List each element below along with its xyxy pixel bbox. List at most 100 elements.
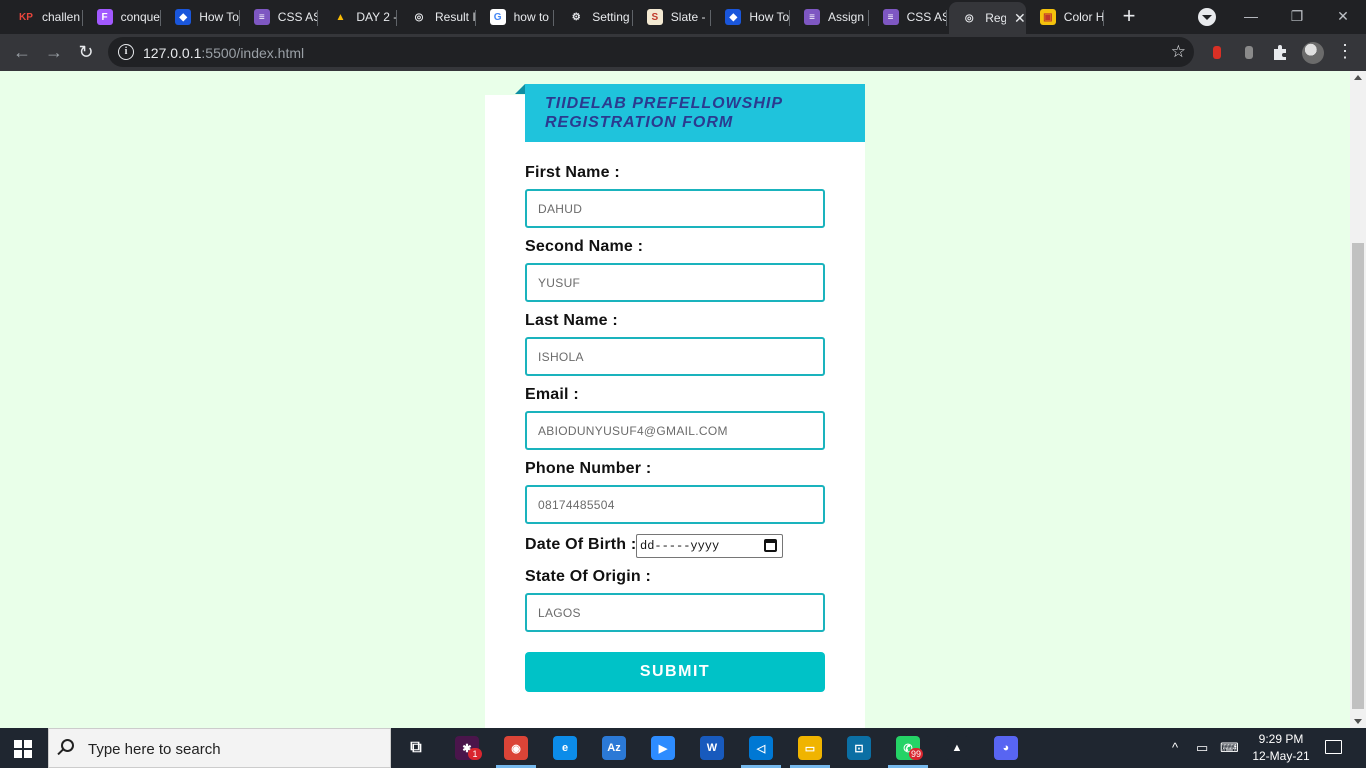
- tab-separator: [553, 10, 555, 26]
- minimize-button[interactable]: —: [1228, 4, 1274, 28]
- list-icon: ≡: [253, 9, 270, 25]
- phone-number-label: Phone Number :: [525, 460, 652, 477]
- url-text[interactable]: 127.0.0.1:5500/index.html: [143, 45, 304, 61]
- chrome-icon[interactable]: ◉: [504, 736, 528, 760]
- close-window-button[interactable]: ✕: [1320, 4, 1366, 28]
- bookmark-star-icon[interactable]: ☆: [1171, 42, 1186, 62]
- email-input[interactable]: [525, 411, 825, 450]
- back-arrow-icon[interactable]: ←: [10, 40, 34, 64]
- reload-icon[interactable]: ↻: [74, 40, 98, 64]
- form-title: TIIDELAB PREFELLOWSHIP REGISTRATION FORM: [545, 94, 845, 132]
- tab-separator: [946, 10, 948, 26]
- tab-separator: [631, 10, 633, 26]
- tab-title: How To: [749, 10, 790, 24]
- notification-badge: 1: [468, 748, 482, 760]
- tab-separator: [317, 10, 319, 26]
- new-tab-button[interactable]: +: [1118, 5, 1140, 28]
- scroll-up-arrow-icon[interactable]: [1354, 75, 1362, 80]
- clock-date: 12-May-21: [1252, 749, 1310, 763]
- clock-time: 9:29 PM: [1258, 732, 1304, 746]
- forward-arrow-icon[interactable]: →: [42, 40, 66, 64]
- scroll-down-arrow-icon[interactable]: [1354, 719, 1362, 724]
- browser-tab-strip: + — ❐ ✕ KP challen Fconque ◆ How To ≡ CSS AS ▲ D…: [0, 0, 1366, 34]
- globe-icon: ◎: [411, 9, 427, 25]
- discord-icon[interactable]: ◕: [994, 736, 1018, 760]
- state-of-origin-input[interactable]: [525, 593, 825, 632]
- browser-tab[interactable]: ≡ CSS AS: [242, 4, 319, 30]
- tab-separator: [238, 10, 240, 26]
- email-label: Email :: [525, 386, 579, 403]
- zoom-icon[interactable]: ▶: [651, 736, 675, 760]
- tab-search-icon[interactable]: [1198, 8, 1216, 26]
- browser-tab[interactable]: ◎ Result I: [399, 4, 476, 30]
- remote-desktop-icon[interactable]: ⊡: [847, 736, 871, 760]
- battery-icon[interactable]: ▭: [1196, 740, 1208, 756]
- address-bar[interactable]: i 127.0.0.1:5500/index.html ☆: [108, 37, 1194, 67]
- gear-icon: ⚙: [568, 9, 585, 25]
- notification-center-icon[interactable]: [1325, 740, 1342, 754]
- first-name-label: First Name :: [525, 164, 620, 181]
- calendar-icon[interactable]: [764, 539, 777, 552]
- list-icon: ≡: [804, 9, 820, 25]
- tab-title: challen: [42, 10, 81, 24]
- browser-tab[interactable]: Fconque: [85, 4, 162, 30]
- scrollbar-thumb[interactable]: [1352, 243, 1364, 709]
- taskbar-clock[interactable]: 9:29 PM 12-May-21: [1246, 731, 1316, 765]
- browser-tab[interactable]: ◆ How To: [713, 4, 790, 30]
- browser-tab[interactable]: ▣ Color H: [1028, 4, 1105, 30]
- tab-title: Setting: [592, 10, 630, 24]
- search-icon: [61, 739, 74, 752]
- vscode-icon[interactable]: ◁: [749, 736, 773, 760]
- task-view-icon[interactable]: ⧉: [404, 736, 428, 760]
- file-explorer-icon[interactable]: ▭: [798, 736, 822, 760]
- close-tab-icon[interactable]: ✕: [1014, 10, 1026, 27]
- word-icon[interactable]: W: [700, 736, 724, 760]
- tab-title: CSS AS: [906, 10, 947, 24]
- tab-title: conque: [120, 10, 160, 24]
- date-of-birth-label: Date Of Birth :: [525, 536, 637, 553]
- browser-tab[interactable]: ≡ Assign: [792, 4, 869, 30]
- date-placeholder: dd-----yyyy: [640, 539, 720, 553]
- profile-avatar[interactable]: [1302, 42, 1324, 64]
- windows-start-icon[interactable]: [14, 740, 32, 758]
- color-picker-icon: ▣: [1039, 9, 1056, 25]
- diamond-icon: ◆: [725, 9, 742, 25]
- google-drive-icon[interactable]: ▲: [945, 736, 969, 760]
- tab-title: Assign: [828, 10, 865, 24]
- browser-menu-icon[interactable]: ⋮: [1336, 42, 1354, 60]
- google-drive-icon: ▲: [332, 9, 349, 25]
- page-scrollbar[interactable]: [1350, 71, 1366, 728]
- extension-grey-icon[interactable]: [1240, 43, 1258, 61]
- extensions-puzzle-icon[interactable]: [1271, 43, 1289, 61]
- show-hidden-icons-chevron-icon[interactable]: ^: [1172, 740, 1178, 755]
- kp-logo-icon: KP: [18, 9, 34, 25]
- phone-number-input[interactable]: [525, 485, 825, 524]
- extension-red-icon[interactable]: [1208, 43, 1226, 61]
- keyboard-icon[interactable]: ⌨: [1220, 740, 1239, 756]
- taskbar-search-box[interactable]: Type here to search: [48, 728, 391, 768]
- first-name-input[interactable]: [525, 189, 825, 228]
- azure-data-studio-icon[interactable]: Az: [602, 736, 626, 760]
- tab-separator: [81, 10, 83, 26]
- google-icon: G: [489, 9, 506, 25]
- tab-title: CSS AS: [277, 10, 318, 24]
- browser-tab[interactable]: Ghow to: [478, 4, 555, 30]
- browser-tab[interactable]: ◆ How To: [163, 4, 240, 30]
- maximize-button[interactable]: ❐: [1274, 4, 1320, 28]
- site-info-icon[interactable]: i: [118, 44, 134, 60]
- tab-separator: [160, 10, 162, 26]
- tab-separator: [474, 10, 476, 26]
- second-name-label: Second Name :: [525, 238, 644, 255]
- browser-tab[interactable]: ▲ DAY 2 -: [320, 4, 397, 30]
- submit-button[interactable]: SUBMIT: [525, 652, 825, 692]
- edge-icon[interactable]: e: [553, 736, 577, 760]
- page-viewport: TIIDELAB PREFELLOWSHIP REGISTRATION FORM…: [0, 71, 1350, 728]
- date-of-birth-input[interactable]: dd-----yyyy: [636, 534, 783, 558]
- browser-tab[interactable]: ⚙ Setting: [556, 4, 633, 30]
- last-name-input[interactable]: [525, 337, 825, 376]
- browser-tab[interactable]: ◎ Reg ✕: [949, 2, 1026, 34]
- browser-tab[interactable]: S Slate -: [635, 4, 712, 30]
- second-name-input[interactable]: [525, 263, 825, 302]
- browser-tab[interactable]: ≡ CSS AS: [871, 4, 948, 30]
- browser-tab[interactable]: KP challen: [6, 4, 83, 30]
